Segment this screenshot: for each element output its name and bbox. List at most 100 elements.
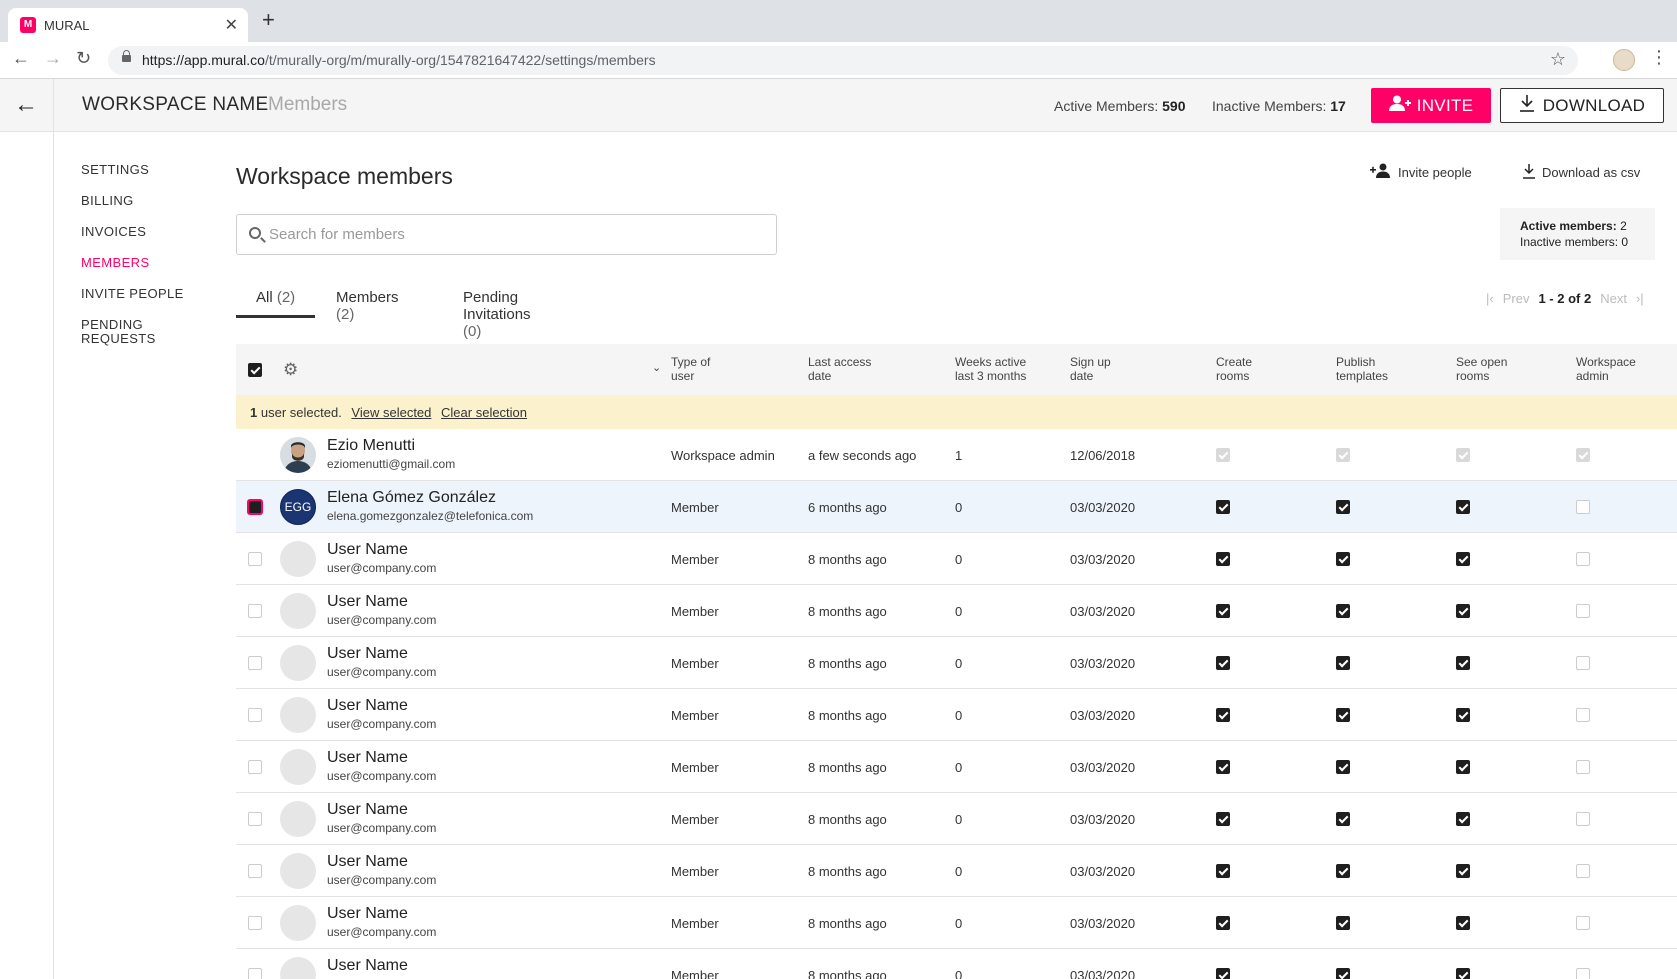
row-checkbox[interactable] <box>248 916 262 930</box>
profile-avatar-icon[interactable] <box>1613 49 1635 71</box>
publish-templates-checkbox[interactable] <box>1336 760 1350 774</box>
publish-templates-checkbox[interactable] <box>1336 968 1350 979</box>
download-csv-link[interactable]: Download as csv <box>1522 163 1640 182</box>
member-name[interactable]: User Name <box>327 697 408 715</box>
see-open-rooms-checkbox[interactable] <box>1456 864 1470 878</box>
first-page-icon[interactable]: |‹ <box>1486 291 1494 306</box>
subnav-members[interactable]: MEMBERS <box>81 256 201 270</box>
workspace-admin-checkbox[interactable] <box>1576 708 1590 722</box>
member-name[interactable]: User Name <box>327 645 408 663</box>
row-checkbox[interactable] <box>248 604 262 618</box>
table-row[interactable]: User Name user@company.com Member 8 months … <box>236 533 1677 585</box>
table-row[interactable]: User Name user@company.com Member 8 months … <box>236 585 1677 637</box>
col-last-access[interactable]: Last access date <box>808 355 871 383</box>
row-checkbox[interactable] <box>248 552 262 566</box>
workspace-admin-checkbox[interactable] <box>1576 812 1590 826</box>
create-rooms-checkbox[interactable] <box>1216 968 1230 979</box>
row-checkbox[interactable] <box>248 812 262 826</box>
view-selected-link[interactable]: View selected <box>351 405 431 420</box>
table-row[interactable]: User Name user@company.com Member 8 months … <box>236 637 1677 689</box>
invite-people-link[interactable]: Invite people <box>1370 163 1472 181</box>
see-open-rooms-checkbox[interactable] <box>1456 604 1470 618</box>
member-name[interactable]: Ezio Menutti <box>327 437 415 455</box>
member-name[interactable]: User Name <box>327 593 408 611</box>
new-tab-icon[interactable]: + <box>262 9 275 31</box>
row-checkbox[interactable] <box>248 968 262 979</box>
browser-menu-icon[interactable]: ⋮ <box>1650 47 1668 68</box>
back-button[interactable]: ← <box>0 79 54 132</box>
tab-pending-invitations[interactable]: Pending Invitations (0) <box>463 285 531 340</box>
workspace-admin-checkbox[interactable] <box>1576 916 1590 930</box>
table-row[interactable]: User Name user@company.com Member 8 months … <box>236 793 1677 845</box>
forward-icon[interactable]: → <box>44 48 62 69</box>
col-workspace-admin[interactable]: Workspace admin <box>1576 355 1636 383</box>
create-rooms-checkbox[interactable] <box>1216 864 1230 878</box>
browser-tab[interactable]: M MURAL ✕ <box>8 8 248 42</box>
member-name[interactable]: User Name <box>327 957 408 975</box>
next-page-button[interactable]: Next <box>1600 291 1627 306</box>
workspace-admin-checkbox[interactable] <box>1576 552 1590 566</box>
publish-templates-checkbox[interactable] <box>1336 552 1350 566</box>
reload-icon[interactable]: ↻ <box>76 48 91 69</box>
col-signup-date[interactable]: Sign up date <box>1070 355 1111 383</box>
member-name[interactable]: Elena Gómez González <box>327 489 496 507</box>
member-name[interactable]: User Name <box>327 749 408 767</box>
see-open-rooms-checkbox[interactable] <box>1456 500 1470 514</box>
create-rooms-checkbox[interactable] <box>1216 916 1230 930</box>
subnav-pending-requests[interactable]: PENDING REQUESTS <box>81 318 161 346</box>
create-rooms-checkbox[interactable] <box>1216 812 1230 826</box>
col-create-rooms[interactable]: Create rooms <box>1216 355 1252 383</box>
table-row[interactable]: User Name user@company.com Member 8 months … <box>236 897 1677 949</box>
col-publish-templates[interactable]: Publish templates <box>1336 355 1388 383</box>
see-open-rooms-checkbox[interactable] <box>1456 656 1470 670</box>
subnav-invoices[interactable]: INVOICES <box>81 225 201 239</box>
see-open-rooms-checkbox[interactable] <box>1456 812 1470 826</box>
back-icon[interactable]: ← <box>12 48 30 69</box>
col-type-of-user[interactable]: Type of user <box>671 355 710 383</box>
col-weeks-active[interactable]: Weeks active last 3 months <box>955 355 1026 383</box>
see-open-rooms-checkbox[interactable] <box>1456 968 1470 979</box>
publish-templates-checkbox[interactable] <box>1336 500 1350 514</box>
prev-page-button[interactable]: Prev <box>1503 291 1530 306</box>
col-see-open-rooms[interactable]: See open rooms <box>1456 355 1507 383</box>
publish-templates-checkbox[interactable] <box>1336 916 1350 930</box>
table-row[interactable]: User Name user@company.com Member 8 months … <box>236 845 1677 897</box>
row-checkbox[interactable] <box>248 500 262 514</box>
create-rooms-checkbox[interactable] <box>1216 760 1230 774</box>
member-name[interactable]: User Name <box>327 905 408 923</box>
subnav-settings[interactable]: SETTINGS <box>81 163 201 177</box>
gear-icon[interactable]: ⚙ <box>283 360 298 380</box>
tab-all[interactable]: All (2) <box>236 285 315 318</box>
member-name[interactable]: User Name <box>327 801 408 819</box>
create-rooms-checkbox[interactable] <box>1216 552 1230 566</box>
see-open-rooms-checkbox[interactable] <box>1456 760 1470 774</box>
url-bar[interactable]: https://app.mural.co/t/murally-org/m/mur… <box>108 46 1578 75</box>
create-rooms-checkbox[interactable] <box>1216 500 1230 514</box>
create-rooms-checkbox[interactable] <box>1216 708 1230 722</box>
create-rooms-checkbox[interactable] <box>1216 604 1230 618</box>
workspace-admin-checkbox[interactable] <box>1576 968 1590 979</box>
select-all-checkbox[interactable] <box>248 362 262 377</box>
download-button[interactable]: DOWNLOAD <box>1500 88 1664 123</box>
publish-templates-checkbox[interactable] <box>1336 812 1350 826</box>
workspace-admin-checkbox[interactable] <box>1576 604 1590 618</box>
sort-chevron-down-icon[interactable]: ⌄ <box>652 361 661 375</box>
table-row[interactable]: User Name user@company.com Member 8 months … <box>236 741 1677 793</box>
member-name[interactable]: User Name <box>327 541 408 559</box>
search-input[interactable] <box>269 215 769 254</box>
create-rooms-checkbox[interactable] <box>1216 656 1230 670</box>
table-row[interactable]: Ezio Menutti eziomenutti@gmail.com Workspa… <box>236 429 1677 481</box>
see-open-rooms-checkbox[interactable] <box>1456 552 1470 566</box>
subnav-billing[interactable]: BILLING <box>81 194 201 208</box>
publish-templates-checkbox[interactable] <box>1336 708 1350 722</box>
publish-templates-checkbox[interactable] <box>1336 864 1350 878</box>
publish-templates-checkbox[interactable] <box>1336 604 1350 618</box>
see-open-rooms-checkbox[interactable] <box>1456 916 1470 930</box>
row-checkbox[interactable] <box>248 864 262 878</box>
publish-templates-checkbox[interactable] <box>1336 656 1350 670</box>
row-checkbox[interactable] <box>248 708 262 722</box>
table-row[interactable]: User Name Member 8 months ago 0 03/03/2020 <box>236 949 1677 979</box>
workspace-admin-checkbox[interactable] <box>1576 656 1590 670</box>
close-tab-icon[interactable]: ✕ <box>225 15 238 35</box>
row-checkbox[interactable] <box>248 760 262 774</box>
